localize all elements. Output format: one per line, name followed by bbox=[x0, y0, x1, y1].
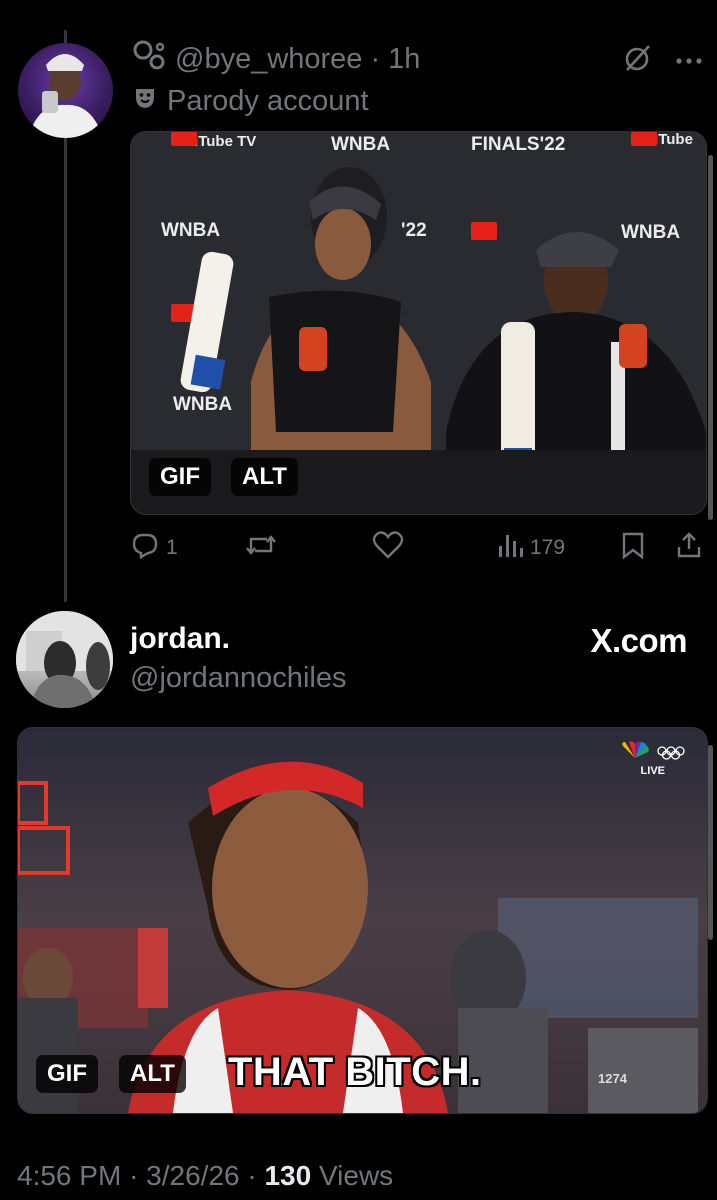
share-button[interactable] bbox=[675, 530, 703, 566]
backdrop-sign: FINALS'22 bbox=[471, 134, 565, 155]
backdrop-sign: WNBA bbox=[331, 134, 390, 155]
theater-mask-icon bbox=[133, 85, 157, 118]
gif-caption: THAT BITCH. bbox=[228, 1050, 482, 1094]
source-link[interactable]: X.com bbox=[590, 622, 687, 660]
views-count: 179 bbox=[530, 536, 566, 559]
more-options-icon[interactable] bbox=[675, 52, 703, 70]
bookmark-icon bbox=[620, 530, 646, 566]
user-handle[interactable]: @bye_whoree bbox=[175, 43, 362, 76]
backdrop-sign: '22 bbox=[401, 220, 427, 241]
parody-label: Parody account bbox=[133, 85, 369, 118]
bot-automated-icon bbox=[133, 40, 167, 78]
gif-media[interactable]: YouTube TV WNBA FINALS'22 WNBA '22 WNBA … bbox=[130, 131, 707, 515]
post-footer: 4:56 PM · 3/26/26 · 130 Views bbox=[17, 1160, 393, 1192]
live-label: LIVE bbox=[640, 765, 665, 777]
post-top-actions bbox=[623, 43, 703, 78]
backdrop-sign: WNBA bbox=[161, 220, 220, 241]
separator-dot: · bbox=[129, 1160, 139, 1191]
avatar[interactable] bbox=[16, 611, 113, 708]
bookmark-button[interactable] bbox=[620, 530, 646, 566]
post-time[interactable]: 4:56 PM bbox=[17, 1160, 121, 1191]
parody-account-text: Parody account bbox=[167, 85, 369, 117]
reply-button[interactable]: 1 bbox=[130, 530, 178, 566]
nbc-olympics-logo: LIVE bbox=[619, 740, 687, 777]
views-button[interactable]: 179 bbox=[496, 530, 565, 566]
backdrop-sign: WNBA bbox=[621, 222, 680, 243]
action-bar: 1 179 bbox=[130, 530, 707, 570]
jersey-number: 1274 bbox=[598, 1071, 628, 1086]
scrollbar[interactable] bbox=[708, 745, 713, 940]
quoted-author-name[interactable]: jordan. bbox=[130, 622, 230, 656]
separator-dot: · bbox=[370, 42, 381, 75]
grok-icon[interactable] bbox=[623, 43, 653, 78]
reply-icon bbox=[130, 530, 160, 566]
post-time[interactable]: 1h bbox=[388, 43, 420, 76]
separator-dot: · bbox=[247, 1160, 257, 1191]
quoted-author-handle[interactable]: @jordannochiles bbox=[130, 662, 346, 695]
post-date[interactable]: 3/26/26 bbox=[146, 1160, 239, 1191]
gif-badge[interactable]: GIF bbox=[36, 1055, 98, 1093]
backdrop-sign: WNBA bbox=[173, 394, 232, 415]
repost-icon bbox=[244, 530, 278, 566]
views-count: 130 bbox=[264, 1160, 312, 1191]
share-icon bbox=[675, 530, 703, 566]
views-label: Views bbox=[318, 1160, 394, 1191]
heart-icon bbox=[372, 530, 404, 566]
alt-badge[interactable]: ALT bbox=[119, 1055, 186, 1093]
post-header: @bye_whoree · 1h bbox=[133, 40, 420, 78]
avatar[interactable] bbox=[18, 43, 113, 138]
like-button[interactable] bbox=[372, 530, 404, 566]
reply-count: 1 bbox=[166, 536, 178, 559]
scrollbar[interactable] bbox=[708, 155, 713, 520]
gif-badge[interactable]: GIF bbox=[149, 458, 211, 496]
alt-badge[interactable]: ALT bbox=[231, 458, 298, 496]
repost-button[interactable] bbox=[244, 530, 278, 566]
views-icon bbox=[496, 530, 524, 566]
